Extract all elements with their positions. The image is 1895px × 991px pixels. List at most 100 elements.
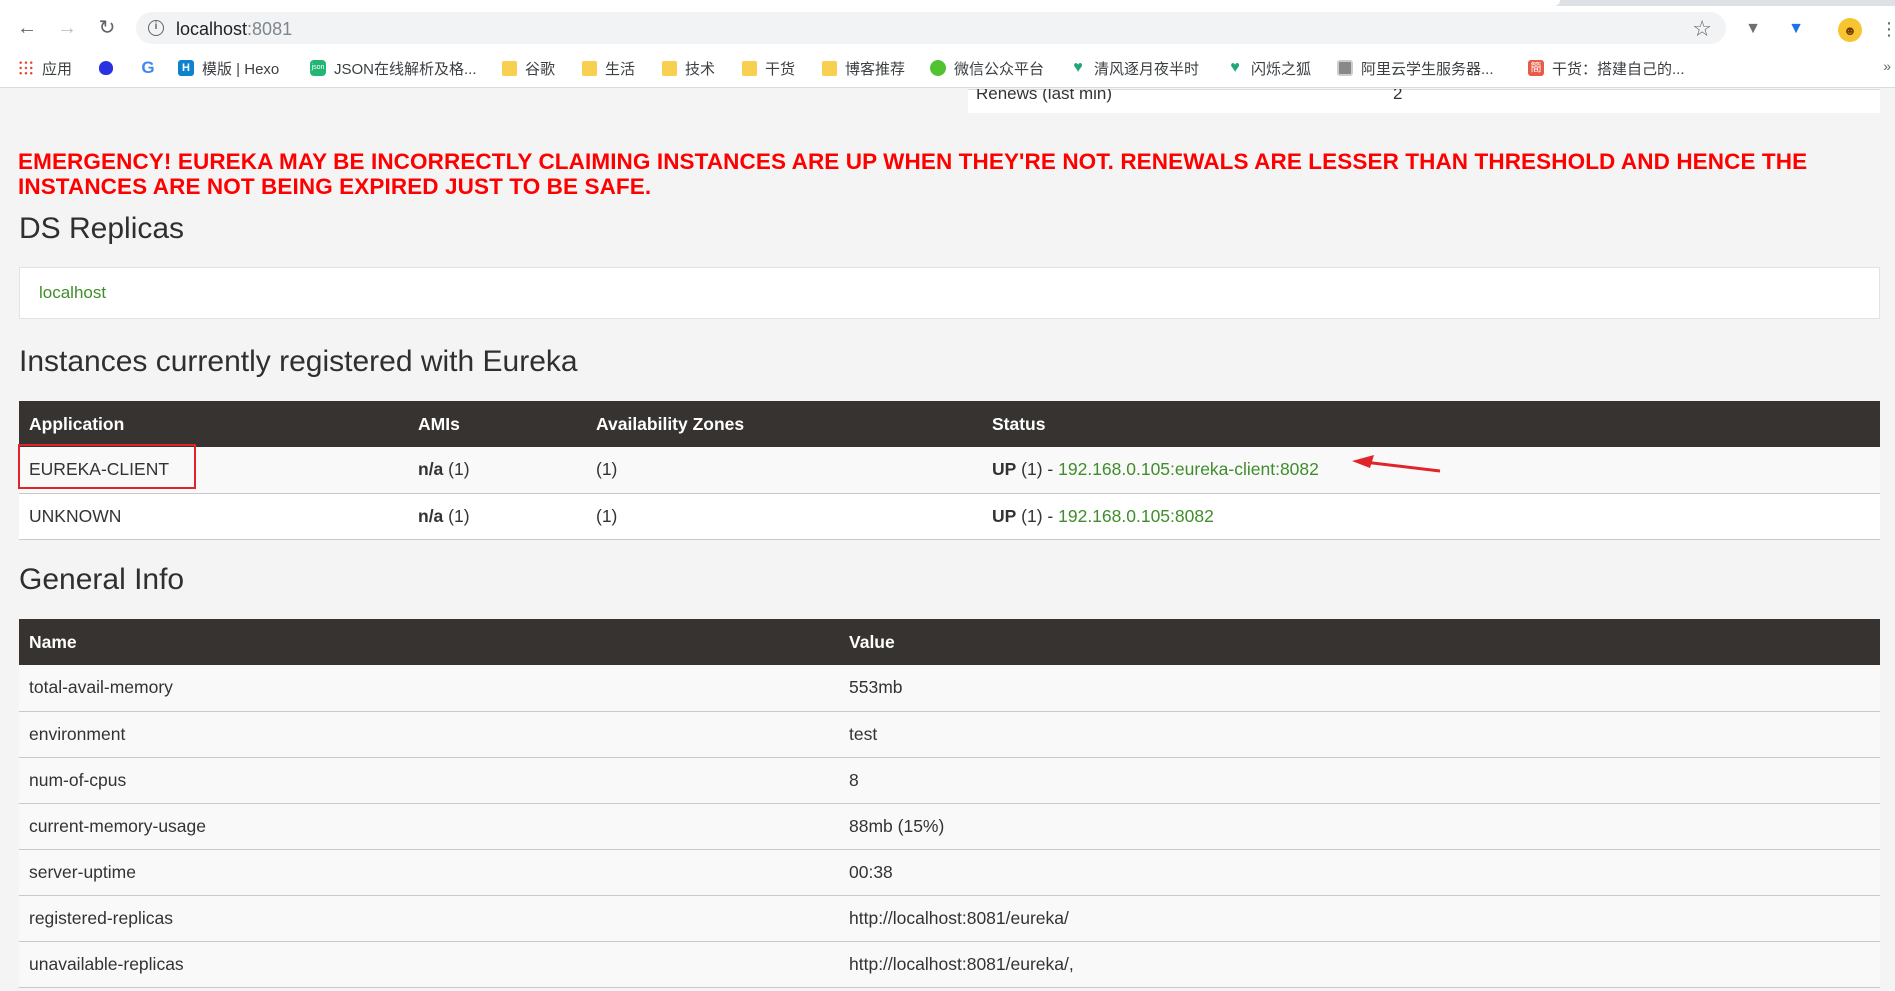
extension-vue-icon[interactable]: ▼ (1785, 18, 1807, 40)
bookmark-google[interactable]: G (140, 57, 164, 79)
bookmark-label: 博客推荐 (845, 60, 906, 78)
amis-cell: n/a (1) (408, 493, 586, 540)
info-value: 88mb (15%) (839, 803, 1880, 850)
more-menu-icon[interactable]: ⋮ (1878, 18, 1895, 40)
folder-icon (662, 60, 677, 76)
info-value: http://localhost:8081/eureka/, (839, 941, 1880, 988)
url-port: :8081 (247, 19, 293, 39)
amis-count: (1) (443, 505, 470, 526)
folder-icon (822, 60, 837, 76)
table-row: EUREKA-CLIENT n/a (1) (1) UP (1) - 192.1… (19, 447, 1880, 494)
replica-link[interactable]: localhost (39, 283, 106, 303)
bookmark-label: 闪烁之狐 (1251, 60, 1312, 78)
status-cell: UP (1) - 192.168.0.105:8082 (982, 493, 1880, 540)
table-row: environment test (19, 711, 1880, 758)
general-info-table: Name Value total-avail-memory 553mb envir… (19, 619, 1880, 988)
bookmark-label: 干货：搭建自己的... (1552, 60, 1685, 78)
info-value: test (839, 711, 1880, 758)
renews-value: 2 (1393, 89, 1403, 103)
instance-link[interactable]: 192.168.0.105:8082 (1058, 506, 1214, 526)
bookmark-label: 谷歌 (525, 60, 556, 78)
back-arrow-icon[interactable]: ← (14, 15, 40, 41)
bookmark-label: 应用 (42, 60, 73, 78)
info-name: unavailable-replicas (19, 941, 839, 988)
bookmarks-more-icon[interactable]: » (1883, 58, 1891, 74)
extension-v-icon[interactable]: ▼ (1742, 18, 1764, 40)
bookmark-baidu[interactable] (99, 57, 121, 79)
table-row: server-uptime 00:38 (19, 849, 1880, 896)
table-row: current-memory-usage 88mb (15%) (19, 803, 1880, 850)
google-g-icon: G (141, 58, 155, 77)
bookmark-shanshuo[interactable]: ♥ 闪烁之狐 (1227, 57, 1311, 79)
bookmark-label: 生活 (605, 60, 636, 78)
info-name: registered-replicas (19, 895, 839, 942)
bookmark-hexo[interactable]: H 模版 | Hexo (178, 57, 279, 79)
jianshu-icon: 簡 (1528, 60, 1544, 76)
browser-toolbar: ← → ↻ i localhost:8081 ☆ ▼ ▼ ☻ ⋮ (0, 6, 1895, 48)
info-name: num-of-cpus (19, 757, 839, 804)
bookmark-apps[interactable]: 应用 (18, 57, 72, 79)
annotation-arrow (1352, 455, 1441, 473)
amis-cell: n/a (1) (408, 447, 586, 494)
column-header: Application (19, 401, 408, 447)
folder-icon (582, 60, 597, 76)
table-row: unavailable-replicas http://localhost:808… (19, 941, 1880, 988)
hexo-icon: H (178, 60, 194, 76)
emergency-warning: EMERGENCY! EUREKA MAY BE INCORRECTLY CLA… (18, 149, 1808, 199)
url-text[interactable]: localhost:8081 (176, 19, 292, 40)
bookmark-folder-blogs[interactable]: 博客推荐 (822, 57, 905, 79)
fox-icon: ♥ (1073, 59, 1083, 76)
table-row: total-avail-memory 553mb (19, 665, 1880, 712)
status-count: (1) - (1016, 505, 1059, 526)
bookmark-label: 模版 | Hexo (202, 60, 280, 78)
table-row: num-of-cpus 8 (19, 757, 1880, 804)
bookmark-jianshu[interactable]: 簡干货：搭建自己的... (1528, 57, 1685, 79)
table-header-row: Application AMIs Availability Zones Stat… (19, 401, 1880, 447)
info-value: 553mb (839, 665, 1880, 712)
ds-replicas-list: localhost (19, 267, 1880, 319)
zones-cell: (1) (586, 447, 982, 494)
info-value: 8 (839, 757, 1880, 804)
folder-icon (502, 60, 517, 76)
bookmark-label: 技术 (685, 60, 716, 78)
profile-emoji-icon[interactable]: ☻ (1838, 18, 1862, 42)
column-header: Availability Zones (586, 401, 982, 447)
zones-cell: (1) (586, 493, 982, 540)
bookmark-aliyun[interactable]: 阿里云学生服务器... (1337, 57, 1494, 79)
bookmark-folder-life[interactable]: 生活 (582, 57, 635, 79)
table-row: registered-replicas http://localhost:8081… (19, 895, 1880, 942)
bookmark-folder-tech[interactable]: 技术 (662, 57, 715, 79)
info-name: environment (19, 711, 839, 758)
column-header: Value (839, 619, 1880, 665)
bookmark-star-icon[interactable]: ☆ (1692, 16, 1712, 42)
instances-heading: Instances currently registered with Eure… (19, 345, 578, 378)
fox-icon: ♥ (1230, 59, 1240, 76)
general-info-heading: General Info (19, 563, 185, 596)
renews-row: Renews (last min) 2 (968, 89, 1880, 113)
bookmark-qingfeng[interactable]: ♥ 清风逐月夜半时 (1070, 57, 1199, 79)
forward-arrow-icon[interactable]: → (54, 15, 80, 41)
address-bar[interactable]: i localhost:8081 ☆ (136, 12, 1726, 44)
arrow-head (1352, 455, 1374, 468)
bookmark-folder-goods[interactable]: 干货 (742, 57, 795, 79)
instances-table: Application AMIs Availability Zones Stat… (19, 401, 1880, 540)
info-icon[interactable]: i (148, 20, 164, 36)
bookmark-label: 清风逐月夜半时 (1094, 60, 1200, 78)
status-prefix: UP (992, 505, 1017, 526)
bookmark-label: 干货 (765, 60, 796, 78)
bookmark-folder-google[interactable]: 谷歌 (502, 57, 555, 79)
info-name: current-memory-usage (19, 803, 839, 850)
info-name: total-avail-memory (19, 665, 839, 712)
instance-link[interactable]: 192.168.0.105:eureka-client:8082 (1058, 459, 1319, 479)
arrow-shaft (1363, 460, 1441, 473)
baidu-paw-icon (99, 61, 113, 75)
table-header-row: Name Value (19, 619, 1880, 665)
amis-value: n/a (418, 505, 444, 526)
bookmark-json[interactable]: json JSON在线解析及格... (310, 57, 477, 79)
wechat-icon (930, 60, 946, 76)
info-value: 00:38 (839, 849, 1880, 896)
bookmark-label: 阿里云学生服务器... (1361, 60, 1494, 78)
bookmark-label: JSON在线解析及格... (334, 60, 477, 78)
bookmark-wechat[interactable]: 微信公众平台 (930, 57, 1044, 79)
reload-icon[interactable]: ↻ (94, 15, 120, 41)
